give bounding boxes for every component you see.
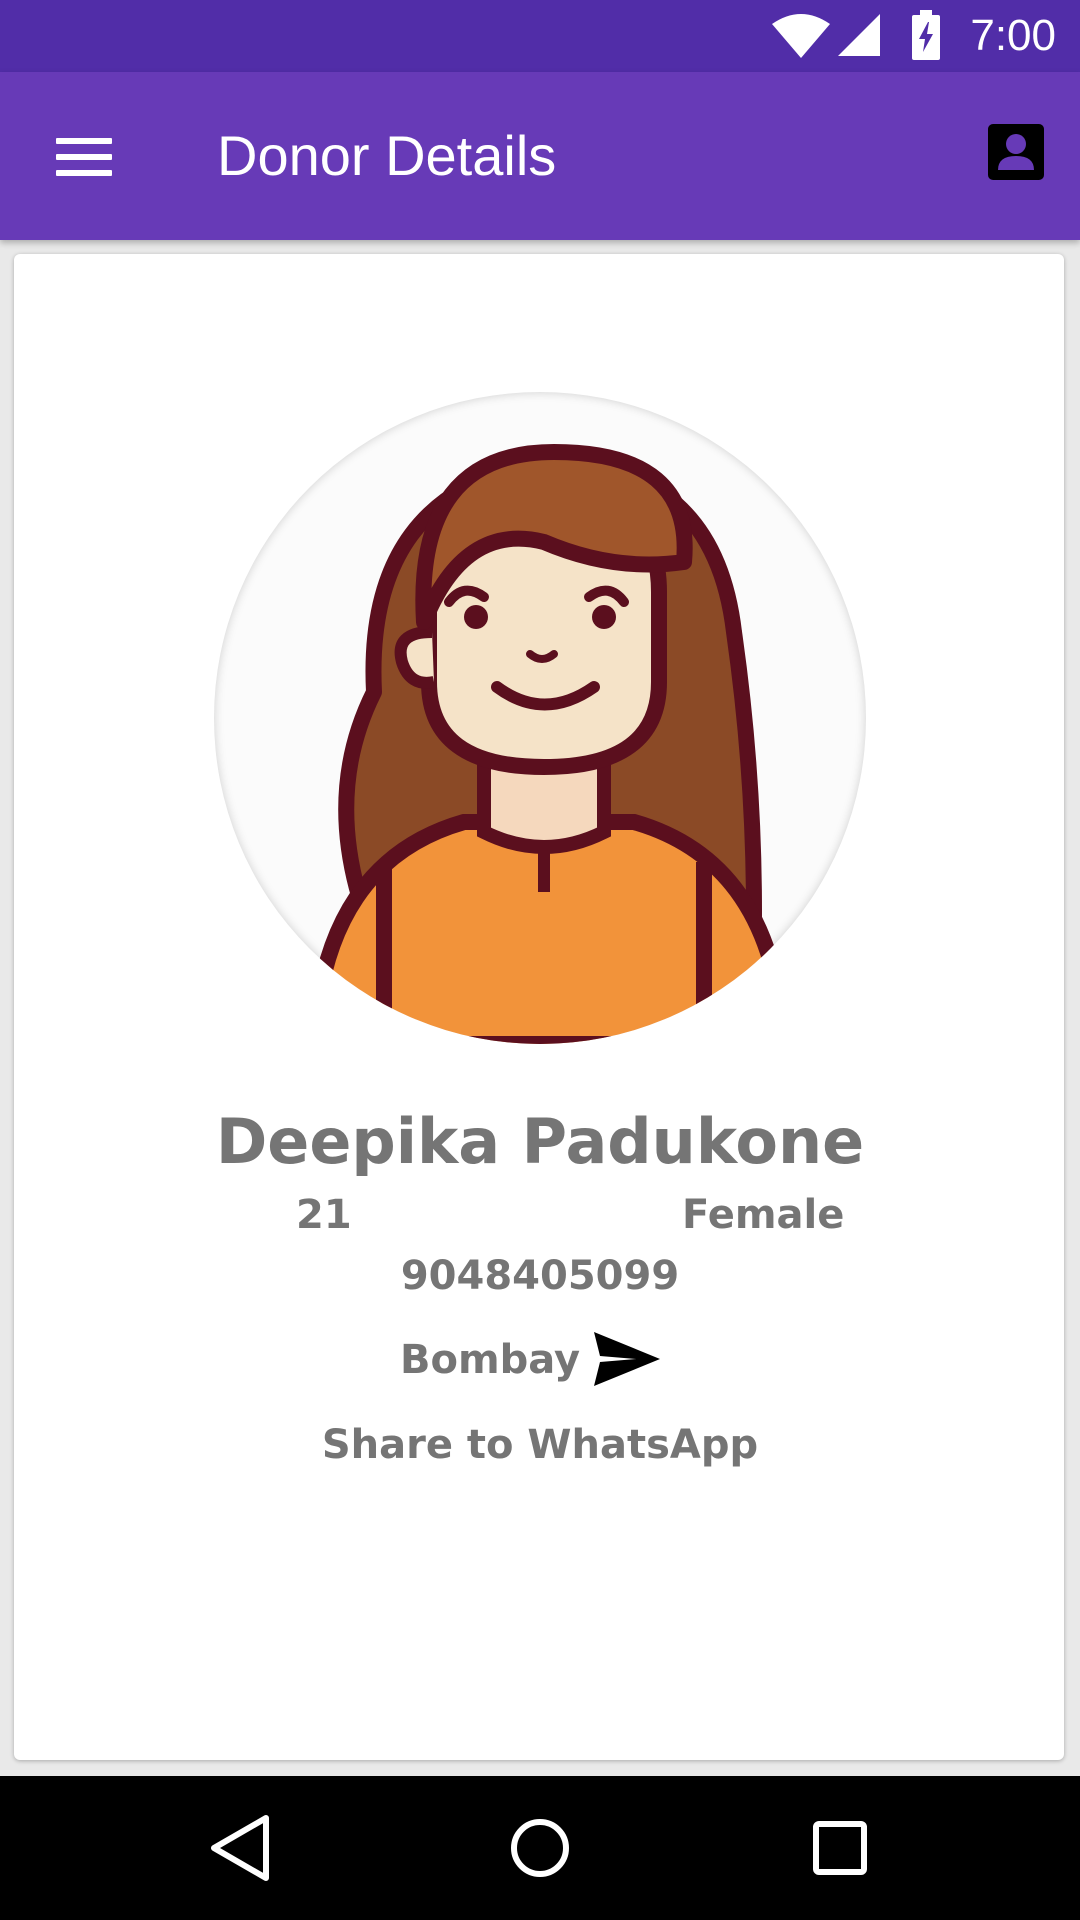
recents-icon[interactable] <box>800 1808 880 1888</box>
system-nav-bar <box>0 1776 1080 1920</box>
cell-signal-icon <box>838 14 880 56</box>
donor-name: Deepika Padukone <box>215 1105 865 1178</box>
hamburger-line <box>56 170 112 176</box>
back-icon[interactable] <box>200 1808 280 1888</box>
home-icon[interactable] <box>500 1808 580 1888</box>
send-icon[interactable] <box>590 1328 662 1390</box>
share-whatsapp-button[interactable]: Share to WhatsApp <box>0 1420 1080 1470</box>
page-title: Donor Details <box>217 124 557 187</box>
hamburger-line <box>56 154 112 160</box>
donor-gender: Female <box>682 1192 845 1238</box>
battery-charging-icon <box>912 10 940 60</box>
account-box-icon[interactable] <box>986 122 1046 182</box>
menu-button[interactable] <box>36 124 132 188</box>
donor-avatar <box>214 392 866 1044</box>
female-avatar-illustration <box>305 444 793 1044</box>
app-bar: Donor Details <box>0 72 1080 240</box>
status-bar: 7:00 <box>0 0 1080 72</box>
status-time: 7:00 <box>970 11 1056 60</box>
donor-phone[interactable]: 9048405099 <box>0 1251 1080 1301</box>
donor-city: Bombay <box>400 1337 581 1383</box>
hamburger-menu-icon <box>56 138 112 144</box>
donor-age: 21 <box>296 1192 352 1238</box>
wifi-icon <box>772 14 830 58</box>
